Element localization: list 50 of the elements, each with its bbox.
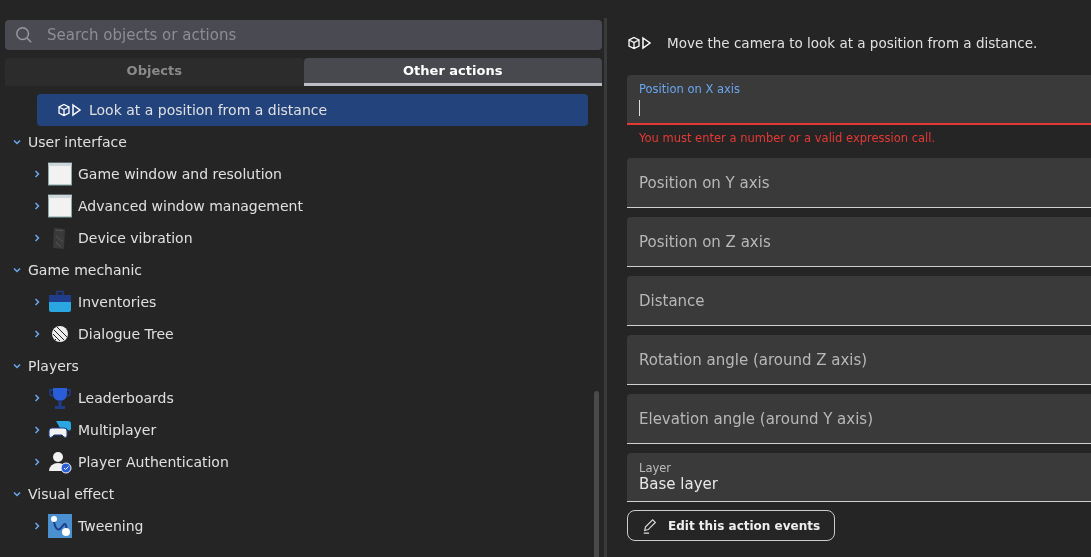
chevron-icon[interactable] xyxy=(32,457,42,467)
scrollbar-thumb[interactable] xyxy=(594,391,599,557)
input-field[interactable]: Distance xyxy=(627,276,1091,326)
tree-item[interactable]: Game window and resolution xyxy=(78,166,282,182)
curve-path-icon xyxy=(48,514,72,538)
user-check-icon xyxy=(48,450,72,474)
input-field[interactable]: Position on Z axis xyxy=(627,217,1091,267)
group-label[interactable]: User interface xyxy=(28,134,127,150)
window-icon xyxy=(48,162,72,186)
chevron-icon[interactable] xyxy=(32,233,42,243)
chevron-icon[interactable] xyxy=(32,393,42,403)
tree-item[interactable]: Multiplayer xyxy=(78,422,157,438)
tree-item[interactable]: Look at a position from a distance xyxy=(37,94,588,126)
input-field[interactable]: Position on Y axis xyxy=(627,158,1091,208)
tree-item[interactable]: Inventories xyxy=(78,294,157,310)
tree-item[interactable]: Player Authentication xyxy=(78,454,229,470)
chevron-icon[interactable] xyxy=(12,361,22,371)
chevron-icon[interactable] xyxy=(32,201,42,211)
chevron-icon[interactable] xyxy=(12,265,22,275)
briefcase-icon xyxy=(48,290,72,314)
chevron-icon[interactable] xyxy=(32,425,42,435)
input-field[interactable]: Position on X axis xyxy=(627,75,1091,125)
error-message: You must enter a number or a valid expression call. xyxy=(638,130,937,147)
edit-events-button[interactable]: Edit this action events xyxy=(627,510,836,541)
tree-item[interactable]: Leaderboards xyxy=(78,390,174,406)
pencil-icon xyxy=(642,517,658,534)
tab[interactable]: Other actions xyxy=(303,58,602,86)
input-field[interactable]: Rotation angle (around Z axis) xyxy=(627,335,1091,385)
trophy-icon xyxy=(48,386,72,410)
tab[interactable]: Objects xyxy=(5,58,304,86)
chevron-icon[interactable] xyxy=(32,521,42,531)
chevron-icon[interactable] xyxy=(32,169,42,179)
chevron-icon[interactable] xyxy=(32,329,42,339)
tree-item[interactable]: Dialogue Tree xyxy=(78,326,174,342)
window-icon xyxy=(48,194,72,218)
group-label[interactable]: Game mechanic xyxy=(28,262,142,278)
input-field[interactable]: Elevation angle (around Y axis) xyxy=(627,394,1091,444)
input-field[interactable]: Layer Base layer xyxy=(627,453,1091,502)
cube-arrow-icon xyxy=(627,36,653,50)
action-description: Move the camera to look at a position from a distance. xyxy=(667,35,1038,51)
chevron-icon[interactable] xyxy=(12,489,22,499)
search-field[interactable]: Search objects or actions xyxy=(5,20,602,50)
chevron-icon[interactable] xyxy=(12,137,22,147)
tree-item[interactable]: Device vibration xyxy=(78,230,193,246)
group-label[interactable]: Players xyxy=(28,358,79,374)
chevron-icon[interactable] xyxy=(32,297,42,307)
cube-arrow-icon xyxy=(57,103,83,117)
group-label[interactable]: Visual effect xyxy=(28,486,115,502)
tree-item[interactable]: Tweening xyxy=(78,518,144,534)
tree-item[interactable]: Advanced window management xyxy=(78,198,303,214)
